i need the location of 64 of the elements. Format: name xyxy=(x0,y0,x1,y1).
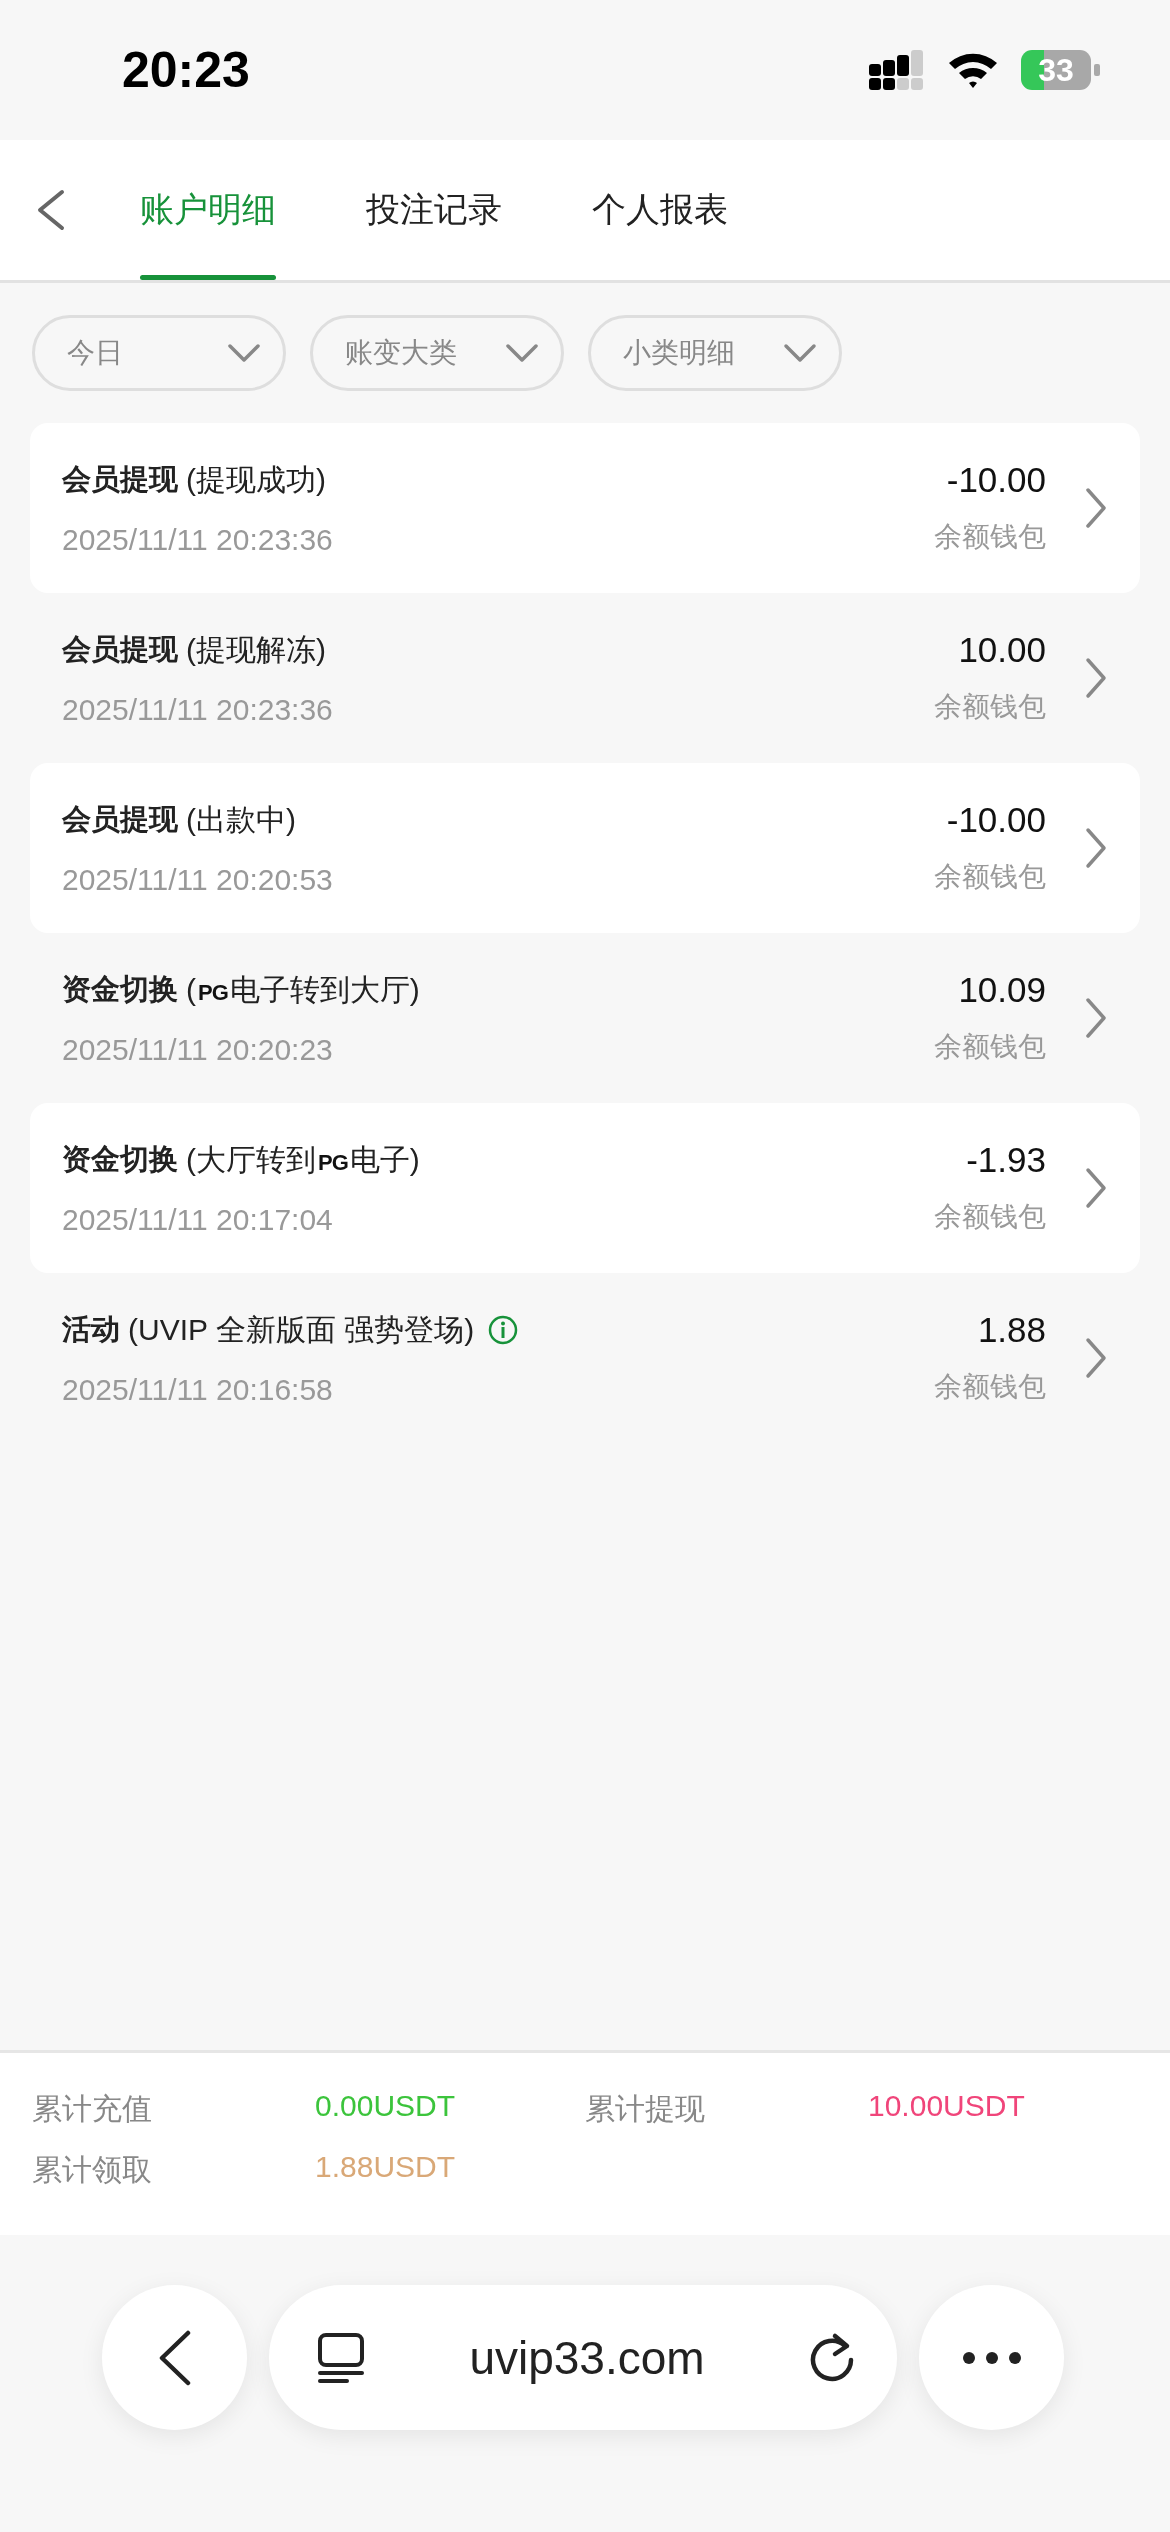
record-amount: -10.00 xyxy=(946,800,1046,840)
tab[interactable]: 个人报表 xyxy=(592,140,728,280)
record-row[interactable]: 会员提现 (提现解冻) 2025/11/11 20:23:36 10.00 余额钱包 xyxy=(30,593,1140,763)
record-time: 2025/11/11 20:20:53 xyxy=(62,862,334,897)
record-time: 2025/11/11 20:16:58 xyxy=(62,1372,334,1407)
back-icon xyxy=(36,189,66,231)
wifi-icon xyxy=(947,51,999,89)
chevron-right-icon xyxy=(1084,1337,1108,1379)
record-detail: (出款中) xyxy=(186,801,296,838)
record-detail: (大厅转到 PG电子) xyxy=(186,1141,420,1178)
record-time: 2025/11/11 20:23:36 xyxy=(62,692,334,727)
record-amount: -1.93 xyxy=(966,1140,1046,1180)
summary-label: 累计提现 xyxy=(585,2091,706,2127)
address-bar[interactable]: uvip33.com xyxy=(269,2285,897,2430)
signal-icon xyxy=(869,50,925,90)
page-menu-icon[interactable] xyxy=(317,2331,365,2384)
record-title: 活动 xyxy=(62,1312,120,1347)
record-time: 2025/11/11 20:23:36 xyxy=(62,522,334,557)
wallet-label: 余额钱包 xyxy=(934,860,1046,894)
record-row[interactable]: 资金切换 (PG电子转到大厅) 2025/11/11 20:20:23 10.09 余额钱包 xyxy=(30,933,1140,1103)
info-icon[interactable] xyxy=(488,1315,519,1345)
tab[interactable]: 账户明细 xyxy=(140,140,276,280)
chevron-right-icon xyxy=(1084,657,1108,699)
chevron-down-icon xyxy=(227,343,261,363)
record-card[interactable]: 会员提现 (出款中) 2025/11/11 20:20:53 -10.00 余额钱包 xyxy=(30,763,1140,933)
record-title: 资金切换 xyxy=(62,972,178,1007)
record-time: 2025/11/11 20:17:04 xyxy=(62,1202,334,1237)
chevron-right-icon xyxy=(1084,487,1108,529)
tab[interactable]: 投注记录 xyxy=(366,140,502,280)
summary-label: 累计充值 xyxy=(32,2091,153,2127)
chevron-right-icon xyxy=(1084,997,1108,1039)
wallet-label: 余额钱包 xyxy=(934,1200,1046,1234)
url-text: uvip33.com xyxy=(469,2330,705,2385)
back-icon xyxy=(157,2329,192,2386)
chevron-right-icon xyxy=(1084,827,1108,869)
record-time: 2025/11/11 20:20:23 xyxy=(62,1032,334,1067)
record-title: 资金切换 xyxy=(62,1142,178,1177)
record-title: 会员提现 xyxy=(62,632,178,667)
record-row[interactable]: 活动 (UVIP 全新版面 强势登场) 2025/11/11 20:16:58 1.88 余额钱包 xyxy=(30,1273,1140,1443)
record-card[interactable]: 会员提现 (提现成功) 2025/11/11 20:23:36 -10.00 余额钱包 xyxy=(30,423,1140,593)
record-detail: (UVIP 全新版面 强势登场) xyxy=(128,1311,475,1348)
chevron-down-icon xyxy=(783,343,817,363)
record-amount: 1.88 xyxy=(977,1310,1046,1350)
chevron-down-icon xyxy=(505,343,539,363)
record-title: 会员提现 xyxy=(62,462,178,497)
record-amount: 10.09 xyxy=(958,970,1046,1010)
summary-value: 1.88USDT xyxy=(315,2150,457,2185)
record-amount: -10.00 xyxy=(946,460,1046,500)
wallet-label: 余额钱包 xyxy=(934,1030,1046,1064)
summary-value: 0.00USDT xyxy=(315,2089,457,2124)
summary-label: 累计领取 xyxy=(32,2152,153,2188)
wallet-label: 余额钱包 xyxy=(934,1370,1046,1404)
record-title: 会员提现 xyxy=(62,802,178,837)
record-detail: (PG电子转到大厅) xyxy=(186,971,420,1008)
record-detail: (提现成功) xyxy=(186,461,326,498)
wallet-label: 余额钱包 xyxy=(934,520,1046,554)
status-time: 20:23 xyxy=(122,41,250,99)
record-card[interactable]: 资金切换 (大厅转到 PG电子) 2025/11/11 20:17:04 -1.93 余额钱包 xyxy=(30,1103,1140,1273)
wallet-label: 余额钱包 xyxy=(934,690,1046,724)
more-icon xyxy=(961,2350,1022,2365)
chevron-right-icon xyxy=(1084,1167,1108,1209)
record-detail: (提现解冻) xyxy=(186,631,326,668)
record-amount: 10.00 xyxy=(958,630,1046,670)
summary-value: 10.00USDT xyxy=(868,2089,1026,2124)
